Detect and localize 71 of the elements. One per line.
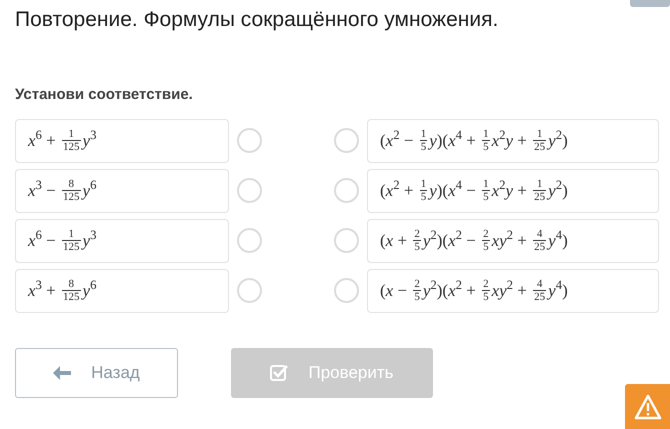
formula-text: y$^{2}$)(x$^{2}$ + bbox=[422, 278, 477, 302]
formula-text: (x$^{2}$ − bbox=[380, 128, 414, 152]
fraction-denominator: 5 bbox=[420, 141, 428, 153]
fraction-numerator: 1 bbox=[536, 178, 544, 190]
fraction-numerator: 8 bbox=[68, 278, 76, 290]
formula-text: (x − bbox=[380, 280, 408, 302]
formula-text: xy$^{2}$ + bbox=[492, 228, 528, 252]
formula-text: y$^{4}$) bbox=[548, 228, 568, 252]
formula-text: y$^{6}$ bbox=[82, 178, 96, 202]
formula-text: y$^{2}$) bbox=[548, 128, 568, 152]
formula-text: y$^{2}$)(x$^{2}$ − bbox=[422, 228, 477, 252]
fraction-denominator: 5 bbox=[482, 191, 490, 203]
fraction-denominator: 25 bbox=[533, 291, 546, 303]
formula-text: xy$^{2}$ + bbox=[492, 278, 528, 302]
fraction-denominator: 25 bbox=[533, 241, 546, 253]
radio-button[interactable] bbox=[334, 128, 359, 153]
fraction-numerator: 1 bbox=[68, 228, 76, 240]
radio-button[interactable] bbox=[237, 128, 262, 153]
fraction-denominator: 5 bbox=[482, 291, 490, 303]
fraction-denominator: 125 bbox=[62, 291, 81, 303]
warning-button[interactable] bbox=[625, 384, 670, 429]
fraction-numerator: 1 bbox=[420, 178, 428, 190]
fraction-denominator: 125 bbox=[62, 141, 81, 153]
fraction-denominator: 125 bbox=[62, 191, 81, 203]
page-title: Повторение. Формулы сокращённого умножения. bbox=[15, 7, 500, 33]
formula-text: x$^{2}$y + bbox=[492, 178, 528, 202]
fraction-numerator: 1 bbox=[482, 178, 490, 190]
formula-text: (x + bbox=[380, 230, 408, 252]
radio-button[interactable] bbox=[334, 278, 359, 303]
fraction-numerator: 2 bbox=[413, 228, 421, 240]
radio-button[interactable] bbox=[334, 178, 359, 203]
formula-text: y$^{2}$) bbox=[548, 178, 568, 202]
fraction-numerator: 1 bbox=[420, 128, 428, 140]
formula-text: x$^{6}$ − bbox=[28, 228, 57, 252]
fraction-numerator: 1 bbox=[482, 128, 490, 140]
radio-button[interactable] bbox=[237, 278, 262, 303]
formula-text: x$^{2}$y + bbox=[492, 128, 528, 152]
radio-button[interactable] bbox=[237, 178, 262, 203]
formula-text: y)(x$^{4}$ + bbox=[429, 128, 477, 152]
formula-text: x$^{3}$ + bbox=[28, 278, 57, 302]
radio-button[interactable] bbox=[237, 228, 262, 253]
fraction-numerator: 2 bbox=[482, 228, 490, 240]
formula-text: y)(x$^{4}$ − bbox=[429, 178, 477, 202]
instruction-text: Установи соответствие. bbox=[15, 85, 194, 105]
warning-icon bbox=[634, 394, 662, 420]
formula-text: (x$^{2}$ + bbox=[380, 178, 414, 202]
radio-button[interactable] bbox=[334, 228, 359, 253]
menu-button[interactable] bbox=[630, 0, 670, 7]
fraction-denominator: 5 bbox=[482, 141, 490, 153]
fraction-numerator: 1 bbox=[536, 128, 544, 140]
fraction-numerator: 4 bbox=[536, 278, 544, 290]
fraction-numerator: 2 bbox=[482, 278, 490, 290]
fraction-denominator: 5 bbox=[482, 241, 490, 253]
formula-text: y$^{4}$) bbox=[548, 278, 568, 302]
fraction-denominator: 5 bbox=[413, 241, 421, 253]
fraction-denominator: 5 bbox=[420, 191, 428, 203]
arrow-left-icon bbox=[53, 366, 72, 380]
fraction-numerator: 2 bbox=[413, 278, 421, 290]
fraction-denominator: 125 bbox=[62, 241, 81, 253]
formula-text: y$^{3}$ bbox=[82, 228, 96, 252]
fraction-numerator: 1 bbox=[68, 128, 76, 140]
fraction-denominator: 25 bbox=[533, 191, 546, 203]
fraction-numerator: 8 bbox=[68, 178, 76, 190]
formula-text: x$^{6}$ + bbox=[28, 128, 57, 152]
fraction-denominator: 25 bbox=[533, 141, 546, 153]
fraction-numerator: 4 bbox=[536, 228, 544, 240]
formula-text: y$^{3}$ bbox=[82, 128, 96, 152]
checkbox-icon bbox=[270, 364, 288, 382]
formula-text: y$^{6}$ bbox=[82, 278, 96, 302]
fraction-denominator: 5 bbox=[413, 291, 421, 303]
formula-text: x$^{3}$ − bbox=[28, 178, 57, 202]
